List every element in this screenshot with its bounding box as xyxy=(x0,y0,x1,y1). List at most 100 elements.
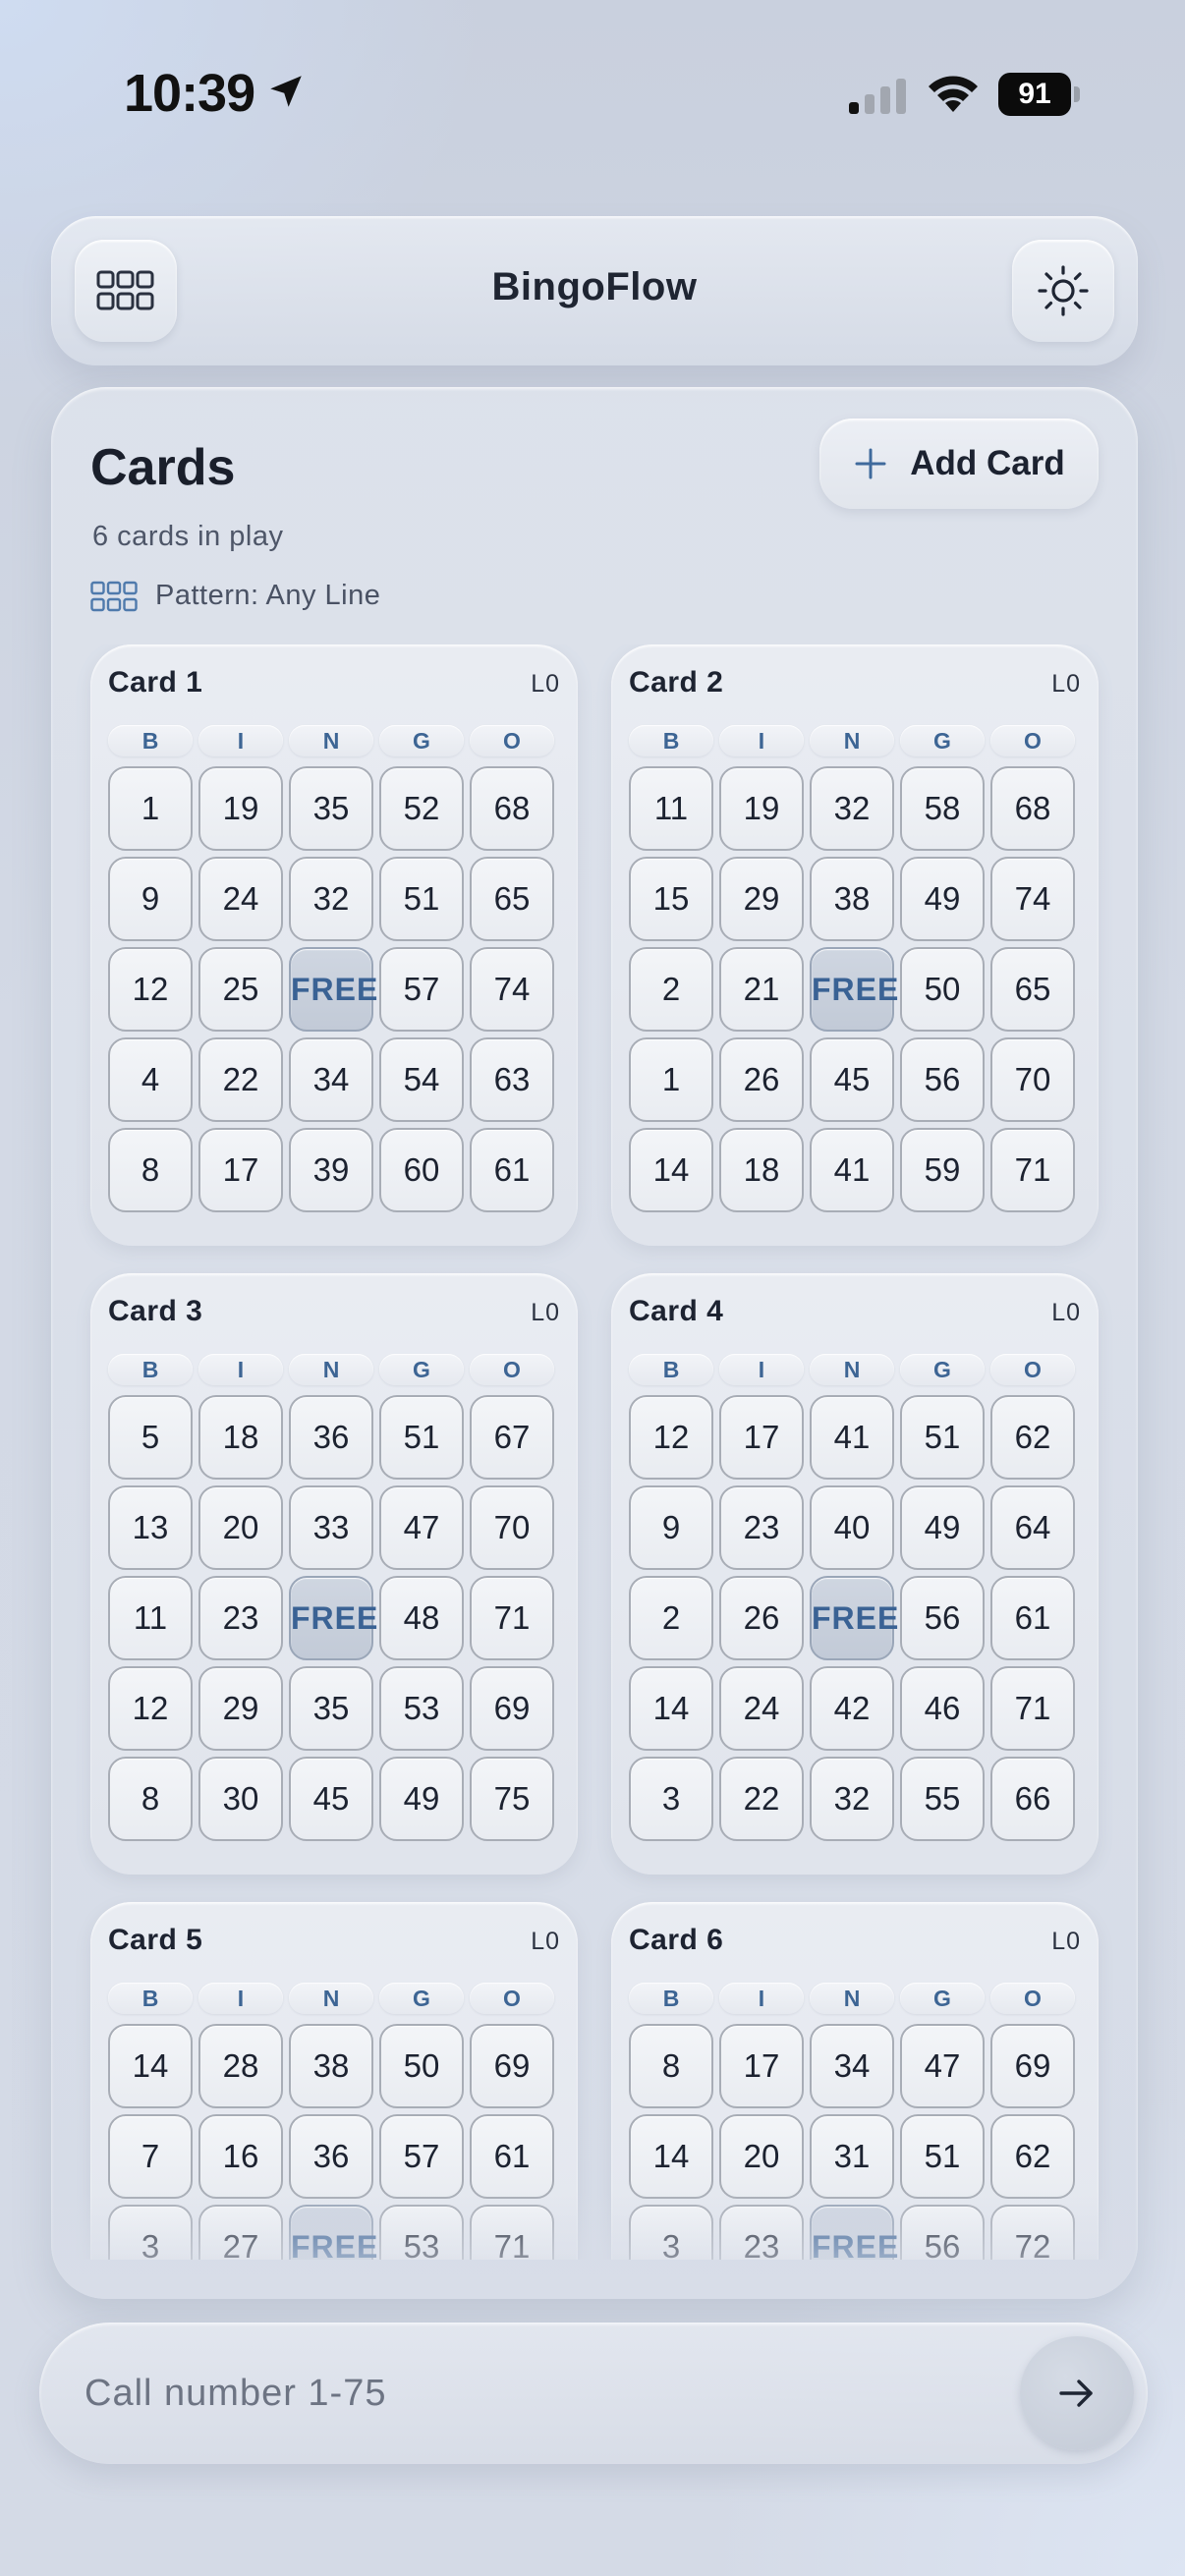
number-cell[interactable]: 39 xyxy=(289,1128,373,1212)
number-cell[interactable]: 42 xyxy=(810,1666,894,1751)
number-cell[interactable]: 32 xyxy=(810,766,894,851)
number-cell[interactable]: 62 xyxy=(990,1395,1075,1480)
add-card-button[interactable]: Add Card xyxy=(819,419,1099,509)
bingo-card[interactable]: Card 2 L0 B I N G O 11 19 32 58 68 15 29 38 49 74 2 21 FREE… xyxy=(611,644,1099,1246)
number-cell[interactable]: 23 xyxy=(719,1485,804,1570)
number-cell[interactable]: 59 xyxy=(900,1128,985,1212)
number-cell[interactable]: 8 xyxy=(629,2024,713,2108)
number-cell[interactable]: 3 xyxy=(629,1757,713,1841)
number-cell[interactable]: 51 xyxy=(900,1395,985,1480)
number-cell[interactable]: 9 xyxy=(629,1485,713,1570)
number-cell[interactable]: 35 xyxy=(289,1666,373,1751)
number-cell[interactable]: 29 xyxy=(198,1666,283,1751)
bingo-card[interactable]: Card 3 L0 B I N G O 5 18 36 51 67 13 20 33 47 70 11 23 FREE… xyxy=(90,1273,578,1875)
number-cell[interactable]: 15 xyxy=(629,857,713,941)
number-cell[interactable]: 8 xyxy=(108,1757,193,1841)
number-cell[interactable]: 38 xyxy=(289,2024,373,2108)
free-cell[interactable]: FREE xyxy=(810,947,898,1032)
bingo-card[interactable]: Card 4 L0 B I N G O 12 17 41 51 62 9 23 40 49 64 2 26 FREE 5… xyxy=(611,1273,1099,1875)
number-cell[interactable]: 31 xyxy=(810,2114,894,2199)
number-cell[interactable]: 32 xyxy=(289,857,373,941)
number-cell[interactable]: 18 xyxy=(198,1395,283,1480)
number-cell[interactable]: 47 xyxy=(379,1485,464,1570)
bingo-card[interactable]: Card 1 L0 B I N G O 1 19 35 52 68 9 24 32 51 65 12 25 FREE 5… xyxy=(90,644,578,1246)
number-cell[interactable]: 22 xyxy=(719,1757,804,1841)
number-cell[interactable]: 58 xyxy=(900,766,985,851)
number-cell[interactable]: 41 xyxy=(810,1128,894,1212)
number-cell[interactable]: 40 xyxy=(810,1485,894,1570)
number-cell[interactable]: 35 xyxy=(289,766,373,851)
number-cell[interactable]: 22 xyxy=(198,1037,283,1122)
number-cell[interactable]: 70 xyxy=(990,1037,1075,1122)
number-cell[interactable]: 12 xyxy=(108,1666,193,1751)
number-cell[interactable]: 5 xyxy=(108,1395,193,1480)
number-cell[interactable]: 47 xyxy=(900,2024,985,2108)
number-cell[interactable]: 57 xyxy=(379,947,464,1032)
call-number-input[interactable] xyxy=(85,2358,969,2429)
number-cell[interactable]: 29 xyxy=(719,857,804,941)
number-cell[interactable]: 68 xyxy=(990,766,1075,851)
number-cell[interactable]: 2 xyxy=(629,947,713,1032)
number-cell[interactable]: 1 xyxy=(629,1037,713,1122)
free-cell[interactable]: FREE xyxy=(289,1576,377,1660)
number-cell[interactable]: 26 xyxy=(719,1037,804,1122)
number-cell[interactable]: 61 xyxy=(470,2114,554,2199)
number-cell[interactable]: 38 xyxy=(810,857,894,941)
number-cell[interactable]: 62 xyxy=(990,2114,1075,2199)
number-cell[interactable]: 20 xyxy=(198,1485,283,1570)
number-cell[interactable]: 4 xyxy=(108,1037,193,1122)
number-cell[interactable]: 49 xyxy=(900,1485,985,1570)
number-cell[interactable]: 66 xyxy=(990,1757,1075,1841)
number-cell[interactable]: 14 xyxy=(108,2024,193,2108)
number-cell[interactable]: 12 xyxy=(629,1395,713,1480)
cards-scroll-area[interactable]: Card 1 L0 B I N G O 1 19 35 52 68 9 24 32 51 65 12 25 FREE 5… xyxy=(51,644,1138,2260)
number-cell[interactable]: 60 xyxy=(379,1128,464,1212)
number-cell[interactable]: 61 xyxy=(470,1128,554,1212)
number-cell[interactable]: 11 xyxy=(629,766,713,851)
number-cell[interactable]: 33 xyxy=(289,1485,373,1570)
number-cell[interactable]: 71 xyxy=(470,1576,554,1660)
number-cell[interactable]: 21 xyxy=(719,947,804,1032)
number-cell[interactable]: 54 xyxy=(379,1037,464,1122)
number-cell[interactable]: 9 xyxy=(108,857,193,941)
number-cell[interactable]: 32 xyxy=(810,1757,894,1841)
number-cell[interactable]: 11 xyxy=(108,1576,193,1660)
number-cell[interactable]: 17 xyxy=(719,1395,804,1480)
number-cell[interactable]: 74 xyxy=(470,947,554,1032)
theme-toggle-button[interactable] xyxy=(1012,240,1114,342)
number-cell[interactable]: 69 xyxy=(470,1666,554,1751)
number-cell[interactable]: 16 xyxy=(198,2114,283,2199)
number-cell[interactable]: 19 xyxy=(198,766,283,851)
number-cell[interactable]: 45 xyxy=(810,1037,894,1122)
call-submit-button[interactable] xyxy=(1020,2336,1134,2450)
number-cell[interactable]: 28 xyxy=(198,2024,283,2108)
number-cell[interactable]: 34 xyxy=(289,1037,373,1122)
number-cell[interactable]: 20 xyxy=(719,2114,804,2199)
number-cell[interactable]: 24 xyxy=(719,1666,804,1751)
number-cell[interactable]: 52 xyxy=(379,766,464,851)
number-cell[interactable]: 24 xyxy=(198,857,283,941)
number-cell[interactable]: 74 xyxy=(990,857,1075,941)
number-cell[interactable]: 50 xyxy=(900,947,985,1032)
number-cell[interactable]: 48 xyxy=(379,1576,464,1660)
number-cell[interactable]: 71 xyxy=(990,1666,1075,1751)
number-cell[interactable]: 49 xyxy=(900,857,985,941)
number-cell[interactable]: 14 xyxy=(629,1666,713,1751)
number-cell[interactable]: 13 xyxy=(108,1485,193,1570)
number-cell[interactable]: 64 xyxy=(990,1485,1075,1570)
number-cell[interactable]: 51 xyxy=(900,2114,985,2199)
number-cell[interactable]: 18 xyxy=(719,1128,804,1212)
number-cell[interactable]: 23 xyxy=(198,1576,283,1660)
number-cell[interactable]: 12 xyxy=(108,947,193,1032)
number-cell[interactable]: 1 xyxy=(108,766,193,851)
number-cell[interactable]: 14 xyxy=(629,2114,713,2199)
number-cell[interactable]: 69 xyxy=(470,2024,554,2108)
number-cell[interactable]: 55 xyxy=(900,1757,985,1841)
number-cell[interactable]: 7 xyxy=(108,2114,193,2199)
number-cell[interactable]: 68 xyxy=(470,766,554,851)
number-cell[interactable]: 49 xyxy=(379,1757,464,1841)
number-cell[interactable]: 17 xyxy=(719,2024,804,2108)
number-cell[interactable]: 46 xyxy=(900,1666,985,1751)
number-cell[interactable]: 65 xyxy=(470,857,554,941)
number-cell[interactable]: 36 xyxy=(289,2114,373,2199)
